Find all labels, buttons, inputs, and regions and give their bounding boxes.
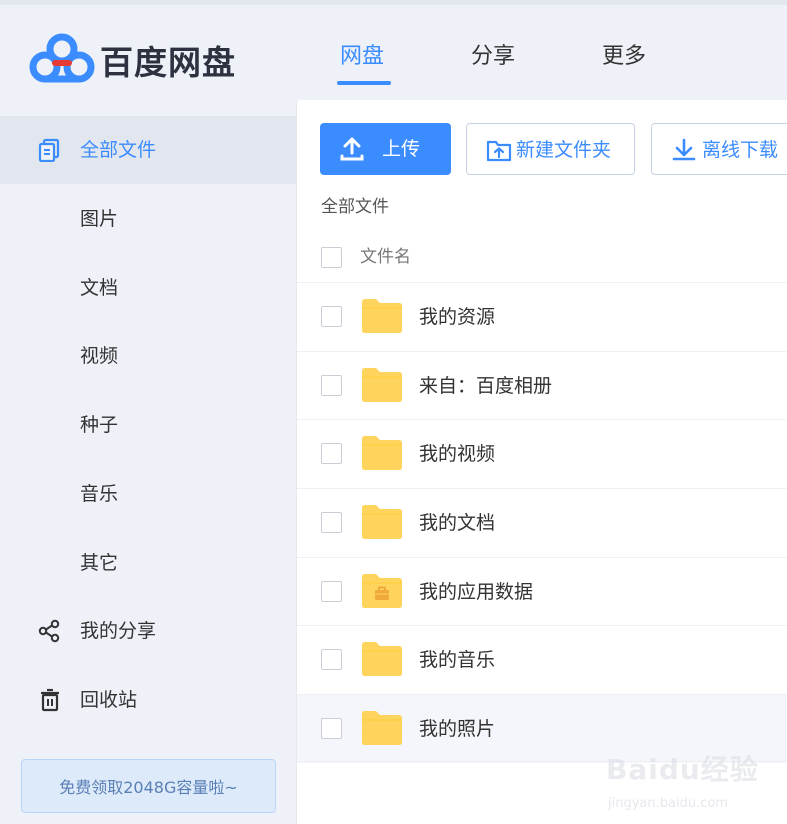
file-name[interactable]: 我的资源 xyxy=(419,304,495,330)
folder-icon xyxy=(362,299,402,333)
file-row[interactable]: 来自：百度相册 xyxy=(297,351,787,420)
offline-download-button[interactable]: 离线下载 xyxy=(651,123,787,175)
download-icon xyxy=(672,138,696,161)
upload-label: 上传 xyxy=(382,138,421,160)
row-checkbox[interactable] xyxy=(321,649,342,670)
sidebar-item-label: 文档 xyxy=(80,277,119,299)
file-row[interactable]: 我的资源 xyxy=(297,282,787,351)
folder-icon xyxy=(362,505,402,539)
sidebar-item-documents[interactable]: 文档 xyxy=(0,254,296,322)
file-name[interactable]: 我的文档 xyxy=(419,510,495,536)
new-folder-icon xyxy=(486,140,512,162)
share-icon xyxy=(38,619,60,643)
watermark-text: Baidu经验 xyxy=(606,753,759,786)
folder-icon xyxy=(362,642,402,676)
sidebar-item-music[interactable]: 音乐 xyxy=(0,460,296,528)
tab-more[interactable]: 更多 xyxy=(602,38,646,70)
file-name[interactable]: 来自：百度相册 xyxy=(419,373,552,399)
row-checkbox[interactable] xyxy=(321,375,342,396)
sidebar-item-images[interactable]: 图片 xyxy=(0,185,296,253)
folder-icon xyxy=(362,436,402,470)
folder-icon xyxy=(362,711,402,745)
sidebar-item-torrents[interactable]: 种子 xyxy=(0,391,296,459)
baidu-jingyan-watermark: Baidu经验 jingyan.baidu.com xyxy=(600,738,780,818)
free-storage-promo-button[interactable]: 免费领取2048G容量啦~ xyxy=(21,759,276,813)
column-header-filename[interactable]: 文件名 xyxy=(360,245,411,269)
upload-button[interactable]: 上传 xyxy=(320,123,451,175)
watermark-url: jingyan.baidu.com xyxy=(608,796,728,811)
sidebar-item-label: 回收站 xyxy=(80,689,138,711)
row-checkbox[interactable] xyxy=(321,581,342,602)
file-panel: 上传 新建文件夹 离线下载 全部文件 文件名 我的资源 来自：百度相册 我的视频… xyxy=(296,100,787,824)
active-tab-indicator xyxy=(337,81,391,85)
tab-netdisk[interactable]: 网盘 xyxy=(340,38,384,70)
folder-icon xyxy=(362,368,402,402)
logo-text: 百度网盘 xyxy=(100,43,236,82)
sidebar-item-label: 图片 xyxy=(80,208,119,230)
cloud-logo-icon xyxy=(29,33,95,83)
files-icon xyxy=(38,138,60,162)
sidebar-item-others[interactable]: 其它 xyxy=(0,529,296,597)
sidebar-item-label: 种子 xyxy=(80,414,119,436)
new-folder-button[interactable]: 新建文件夹 xyxy=(466,123,635,175)
offline-download-label: 离线下载 xyxy=(702,139,779,161)
sidebar-item-recycle-bin[interactable]: 回收站 xyxy=(0,666,296,734)
new-folder-label: 新建文件夹 xyxy=(516,139,612,161)
sidebar: 全部文件 图片 文档 视频 种子 音乐 其它 我的分享 回收站 免费领取2048… xyxy=(0,100,296,824)
sidebar-item-label: 全部文件 xyxy=(80,139,157,161)
header: 百度网盘 网盘 分享 更多 xyxy=(0,5,787,100)
file-row[interactable]: 我的应用数据 xyxy=(297,557,787,626)
sidebar-item-label: 视频 xyxy=(80,345,119,367)
trash-icon xyxy=(41,688,59,712)
baidu-netdisk-logo[interactable]: 百度网盘 xyxy=(28,33,236,87)
upload-icon xyxy=(340,137,364,161)
row-checkbox[interactable] xyxy=(321,718,342,739)
file-list-header: 文件名 xyxy=(297,232,787,282)
file-name[interactable]: 我的音乐 xyxy=(419,647,495,673)
sidebar-item-my-shares[interactable]: 我的分享 xyxy=(0,597,296,665)
file-row[interactable]: 我的文档 xyxy=(297,488,787,557)
breadcrumb[interactable]: 全部文件 xyxy=(321,196,389,218)
file-row[interactable]: 我的视频 xyxy=(297,419,787,488)
file-name[interactable]: 我的应用数据 xyxy=(419,579,533,605)
row-checkbox[interactable] xyxy=(321,443,342,464)
row-checkbox[interactable] xyxy=(321,512,342,533)
file-row[interactable]: 我的音乐 xyxy=(297,625,787,694)
file-name[interactable]: 我的视频 xyxy=(419,441,495,467)
file-name[interactable]: 我的照片 xyxy=(419,716,495,742)
row-checkbox[interactable] xyxy=(321,306,342,327)
sidebar-item-all-files[interactable]: 全部文件 xyxy=(0,116,296,184)
sidebar-item-videos[interactable]: 视频 xyxy=(0,322,296,390)
sidebar-item-label: 音乐 xyxy=(80,483,119,505)
tab-share[interactable]: 分享 xyxy=(471,38,515,70)
sidebar-item-label: 其它 xyxy=(80,552,119,574)
sidebar-item-label: 我的分享 xyxy=(80,620,157,642)
app-folder-icon xyxy=(362,574,402,608)
select-all-checkbox[interactable] xyxy=(321,247,342,268)
